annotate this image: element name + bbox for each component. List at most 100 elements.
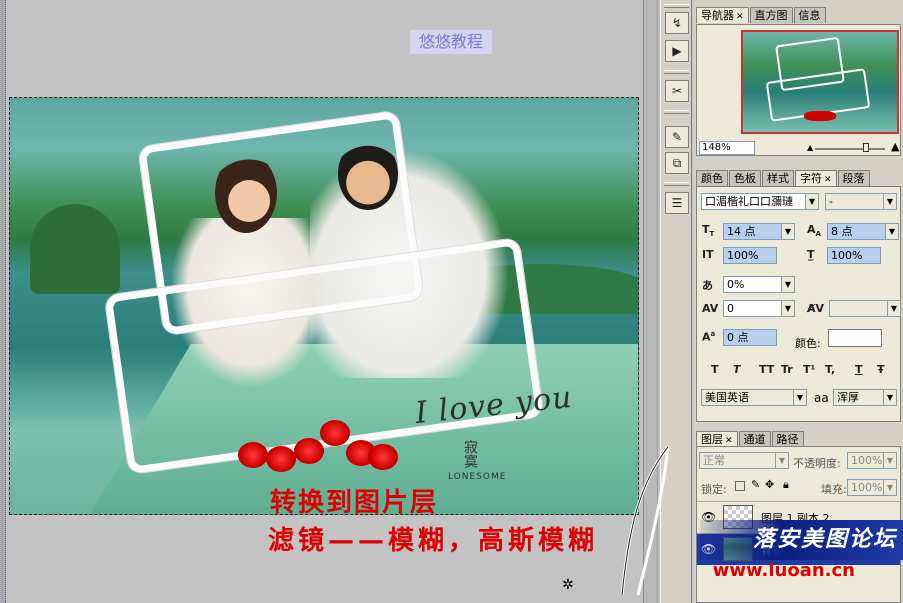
horizontal-scale-input[interactable]: 100%	[827, 247, 881, 264]
language-value: 美国英语	[705, 391, 749, 404]
font-size-value: 14 点	[727, 225, 756, 238]
rose	[320, 420, 350, 446]
tab-swatches[interactable]: 色板	[729, 170, 761, 186]
close-icon[interactable]: ✕	[736, 12, 744, 22]
photo-text-lonesome: LONESOME	[448, 472, 507, 482]
faux-bold-button[interactable]: T	[711, 363, 719, 376]
superscript-button[interactable]: T¹	[803, 363, 815, 376]
language-select[interactable]: 美国英语 ▼	[701, 389, 807, 406]
rose	[238, 442, 268, 468]
actions-play-icon[interactable]: ▶	[665, 40, 689, 62]
history-brush-icon[interactable]: ↯	[665, 12, 689, 34]
chevron-down-icon[interactable]: ▼	[883, 453, 896, 468]
chevron-down-icon[interactable]: ▼	[805, 194, 818, 209]
tab-navigator[interactable]: 导航器 ✕	[696, 7, 749, 23]
chevron-down-icon[interactable]: ▼	[775, 453, 788, 468]
all-caps-button[interactable]: TT	[759, 363, 774, 376]
tab-histogram[interactable]: 直方图	[749, 7, 793, 23]
kerning-select[interactable]: 0 ▼	[723, 300, 795, 317]
font-family-select[interactable]: 口湄楷礼口口瀰璉 ▼	[701, 193, 819, 210]
leading-icon: AA	[807, 223, 821, 239]
navigator-view-box[interactable]	[741, 30, 899, 134]
chevron-down-icon[interactable]: ▼	[781, 224, 794, 239]
panel-grip[interactable]	[664, 110, 689, 114]
tab-color[interactable]: 颜色	[696, 170, 728, 186]
leading-select[interactable]: 8 点 ▼	[827, 223, 899, 240]
wedding-photo[interactable]: I love you 寂寞 LONESOME	[9, 97, 639, 515]
chevron-down-icon[interactable]: ▼	[781, 277, 794, 292]
tool-presets-icon[interactable]: ✂	[665, 80, 689, 102]
chevron-down-icon[interactable]: ▼	[793, 390, 806, 405]
faux-italic-button[interactable]: T	[733, 363, 741, 376]
fill-value: 100%	[851, 481, 883, 494]
character-tabs: 颜色 色板 样式 字符 ✕ 段落	[696, 170, 870, 186]
tracking-percent-select[interactable]: 0% ▼	[723, 276, 795, 293]
tab-paragraph[interactable]: 段落	[837, 170, 870, 186]
font-family-value: 口湄楷礼口口瀰璉	[705, 195, 793, 208]
tab-channels[interactable]: 通道	[738, 431, 771, 447]
font-style-value: -	[829, 195, 833, 208]
kerning-value: 0	[727, 302, 734, 315]
tab-info[interactable]: 信息	[793, 7, 826, 23]
tab-character[interactable]: 字符 ✕	[795, 170, 837, 186]
chevron-down-icon[interactable]: ▼	[885, 224, 898, 239]
vertical-scale-input[interactable]: 100%	[723, 247, 777, 264]
tsume-icon: あ	[702, 279, 713, 292]
chevron-down-icon[interactable]: ▼	[781, 301, 794, 316]
lock-all-icon[interactable]: 🔒︎	[783, 478, 789, 492]
baseline-shift-input[interactable]: 0 点	[723, 329, 777, 346]
lock-move-icon[interactable]: ✥	[765, 478, 774, 491]
color-label: 颜色:	[795, 337, 821, 350]
opacity-value: 100%	[851, 454, 883, 467]
antialias-select[interactable]: 浑厚 ▼	[833, 389, 897, 406]
lock-transparency-icon[interactable]	[735, 481, 745, 491]
rose	[368, 444, 398, 470]
tab-label: 字符	[800, 172, 822, 185]
opacity-input[interactable]: 100% ▼	[847, 452, 897, 469]
chevron-down-icon[interactable]: ▼	[883, 390, 896, 405]
lock-brush-icon[interactable]: ✎	[751, 478, 760, 491]
tracking-select[interactable]: ▼	[829, 300, 901, 317]
tab-styles[interactable]: 样式	[762, 170, 794, 186]
close-icon[interactable]: ✕	[824, 175, 832, 185]
zoom-out-icon[interactable]: ▲	[807, 143, 813, 152]
font-style-select[interactable]: - ▼	[825, 193, 897, 210]
antialias-value: 浑厚	[837, 391, 859, 404]
panel-grip[interactable]	[664, 70, 689, 74]
underline-button[interactable]: T	[855, 363, 863, 376]
opacity-label: 不透明度:	[793, 457, 841, 470]
tracking-percent-value: 0%	[727, 278, 745, 291]
zoom-input[interactable]: 148%	[699, 141, 755, 155]
chevron-down-icon[interactable]: ▼	[883, 194, 896, 209]
document-canvas-area[interactable]: 悠悠教程 I love you 寂寞 LONESOME 转换到图片层 滤镜——模…	[0, 0, 644, 603]
site-logo: 落安美图论坛	[700, 520, 903, 560]
navigator-panel: 148% ▲ ▲	[696, 24, 901, 156]
strikethrough-button[interactable]: Ŧ	[877, 363, 885, 376]
site-url: www.luoan.cn	[712, 560, 855, 581]
tab-label: 导航器	[701, 9, 734, 22]
font-size-select[interactable]: 14 点 ▼	[723, 223, 795, 240]
antialias-icon: aa	[814, 391, 829, 405]
text-color-swatch[interactable]	[828, 329, 882, 347]
subscript-button[interactable]: T,	[825, 363, 835, 376]
horizontal-scale-icon: T̲	[807, 248, 815, 261]
chevron-down-icon[interactable]: ▼	[887, 301, 900, 316]
notes-icon[interactable]: ☰	[665, 192, 689, 214]
rose	[294, 438, 324, 464]
brushes-icon[interactable]: ✎	[665, 126, 689, 148]
canvas-left-ruler-edge	[0, 0, 6, 603]
zoom-slider[interactable]	[815, 148, 885, 150]
watermark-text: 悠悠教程	[410, 30, 492, 54]
small-caps-button[interactable]: Tr	[781, 363, 793, 376]
vertical-scale-icon: IT	[702, 248, 714, 261]
tutorial-caption-line1: 转换到图片层	[270, 488, 439, 518]
panel-grip[interactable]	[664, 4, 689, 8]
fill-input[interactable]: 100% ▼	[847, 479, 897, 496]
chevron-down-icon[interactable]: ▼	[883, 480, 896, 495]
magic-wand-cursor-icon: ✲	[562, 577, 574, 593]
clone-source-icon[interactable]: ⧉	[665, 152, 689, 174]
zoom-slider-knob[interactable]	[863, 143, 869, 152]
zoom-in-icon[interactable]: ▲	[891, 140, 899, 153]
tab-paths[interactable]: 路径	[771, 431, 804, 447]
panel-grip[interactable]	[664, 182, 689, 186]
